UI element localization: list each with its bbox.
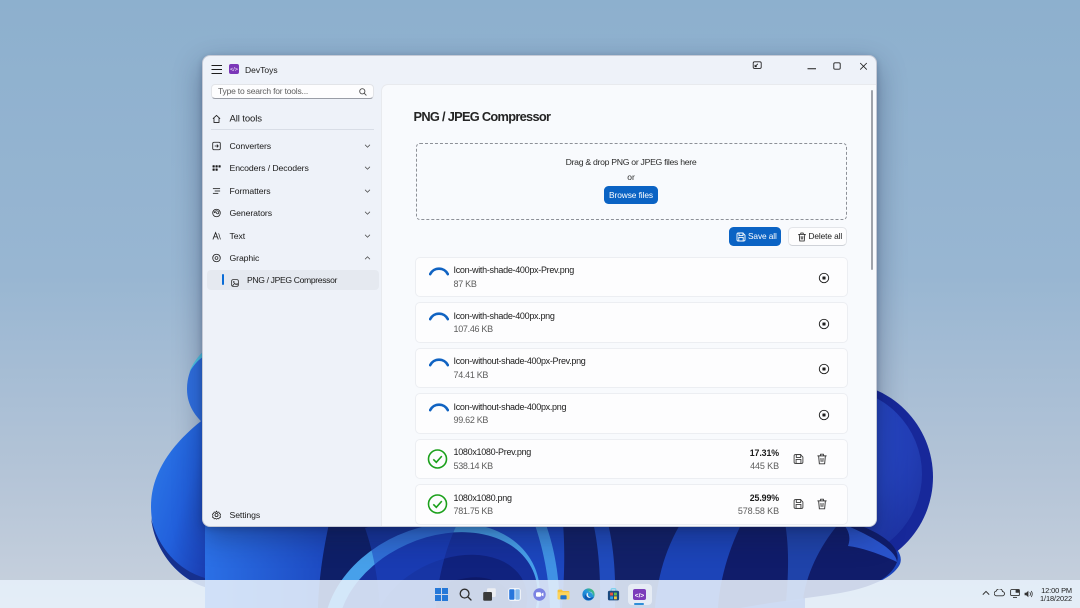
svg-text:</>: </> xyxy=(634,592,644,599)
